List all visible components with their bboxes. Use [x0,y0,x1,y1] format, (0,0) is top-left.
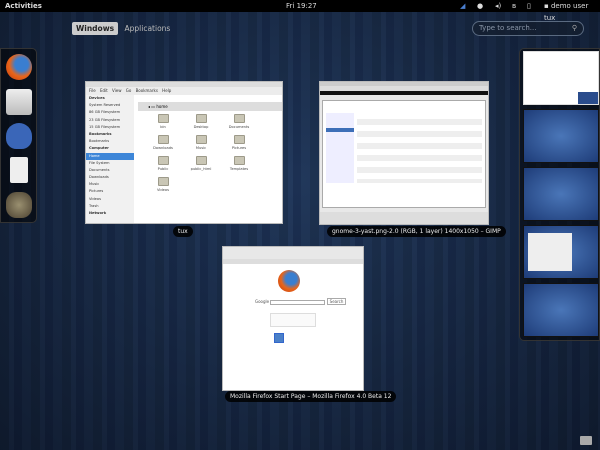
folder-item[interactable]: Documents [220,114,258,129]
sidebar-item[interactable]: Documents [86,167,134,174]
search-icon: ⚲ [571,24,577,32]
folder-item[interactable]: Pictures [220,135,258,150]
volume-icon[interactable]: ◂) [495,0,501,12]
window-firefox[interactable]: Google Search [222,246,364,391]
folder-icon [233,135,245,144]
activities-button[interactable]: Activities [5,0,42,12]
folder-item[interactable]: Templates [220,156,258,171]
folder-item[interactable]: Desktop [182,114,220,129]
workspace-3[interactable] [523,167,599,221]
top-bar: Activities Fri 19:27 ◢ ● ◂) ʙ ▯ ▪ demo u… [0,0,600,22]
workspace-4[interactable] [523,225,599,279]
location-label: home [156,104,168,109]
folder-label: Public [157,167,169,171]
sidebar-item[interactable]: Trash [86,203,134,210]
location-bar[interactable]: ◂ ▭ home [138,102,282,111]
window-caption-firefox: Mozilla Firefox Start Page – Mozilla Fir… [225,391,397,402]
folder-item[interactable]: bin [144,114,182,129]
folder-label: bin [160,125,166,129]
folder-item[interactable]: Downloads [144,135,182,150]
workspace-2[interactable] [523,109,599,163]
dash [0,48,37,223]
folder-icon [195,135,207,144]
folder-icon [195,114,207,123]
menu-bar[interactable]: File Edit View Go Bookmarks Help [86,87,282,95]
clock[interactable]: Fri 19:27 [286,0,317,12]
sidebar-header: Devices [89,96,105,100]
google-label: Google [255,299,270,304]
window-caption-gimp: gnome-3-yast.png-2.0 (RGB, 1 layer) 1400… [327,226,506,237]
sidebar-item[interactable]: Downloads [86,174,134,181]
sidebar-item[interactable]: System Reserved [86,102,134,109]
folder-label: Videos [157,188,169,192]
folder-icon [195,156,207,165]
folder-label: Pictures [231,146,247,150]
folder-item[interactable]: public_html [182,156,220,171]
folder-icon [157,114,169,123]
firefox-icon[interactable] [6,54,32,80]
tab-windows[interactable]: Windows [72,22,119,35]
bluetooth-icon[interactable]: ʙ [512,0,516,12]
image-canvas [322,100,486,208]
sidebar-item[interactable]: Bookmarks [86,138,134,145]
folder-label: Music [195,146,207,150]
folder-label: Downloads [153,146,173,150]
folder-icon [233,114,245,123]
sidebar-item[interactable]: Videos [86,196,134,203]
folder-item[interactable]: Videos [144,177,182,192]
places-sidebar: Devices System Reserved 86 GB Filesystem 23… [86,95,134,223]
folder-item[interactable]: Music [182,135,220,150]
sidebar-header: Computer [89,146,109,151]
workspace-5[interactable] [523,283,599,337]
firefox-logo [278,270,300,292]
sidebar-item[interactable]: 86 GB Filesystem [86,109,134,116]
empathy-icon[interactable] [6,123,32,149]
document-icon[interactable] [10,157,28,183]
tab-applications[interactable]: Applications [121,22,175,35]
workspace-switcher [519,48,600,341]
sidebar-item[interactable]: 15 GB Filesystem [86,124,134,131]
battery-icon[interactable]: ▯ [527,0,531,12]
sidebar-header: Network [89,211,107,215]
workspace-1[interactable] [523,51,599,105]
evolution-mail-icon[interactable] [6,89,32,115]
message-tray-icon[interactable] [580,436,592,445]
folder-item[interactable]: Public [144,156,182,171]
folder-icon [157,177,169,186]
window-gimp[interactable] [319,81,489,225]
sidebar-header: Bookmarks [89,131,112,136]
user-name: demo user tux [544,2,589,22]
accessibility-icon[interactable]: ● [477,0,483,12]
window-nautilus[interactable]: File Edit View Go Bookmarks Help ◂ ▭ hom… [85,81,283,224]
folder-grid: bin Desktop Documents Downloads Music Picture… [144,114,274,192]
gimp-icon[interactable] [6,192,32,218]
folder-icon [233,156,245,165]
google-search-button[interactable]: Search [326,298,347,305]
sidebar-item[interactable]: Music [86,181,134,188]
sidebar-item[interactable]: Home [86,152,134,160]
window-caption-nautilus: tux [173,226,193,237]
sidebar-item[interactable]: 23 GB Filesystem [86,117,134,124]
search-placeholder: Type to search... [479,24,537,32]
folder-label: Desktop [193,125,209,129]
sidebar-item[interactable]: File System [86,160,134,167]
folder-label: Templates [229,167,249,171]
folder-label: public_html [190,167,212,171]
folder-icon [157,135,169,144]
folder-label: Documents [228,125,250,129]
view-tabs: Windows Applications [72,22,174,35]
network-icon[interactable]: ◢ [460,0,465,12]
folder-icon [157,156,169,165]
search-input[interactable]: Type to search... ⚲ [472,21,584,36]
sidebar-item[interactable]: Pictures [86,188,134,195]
google-search-input[interactable] [270,299,326,305]
